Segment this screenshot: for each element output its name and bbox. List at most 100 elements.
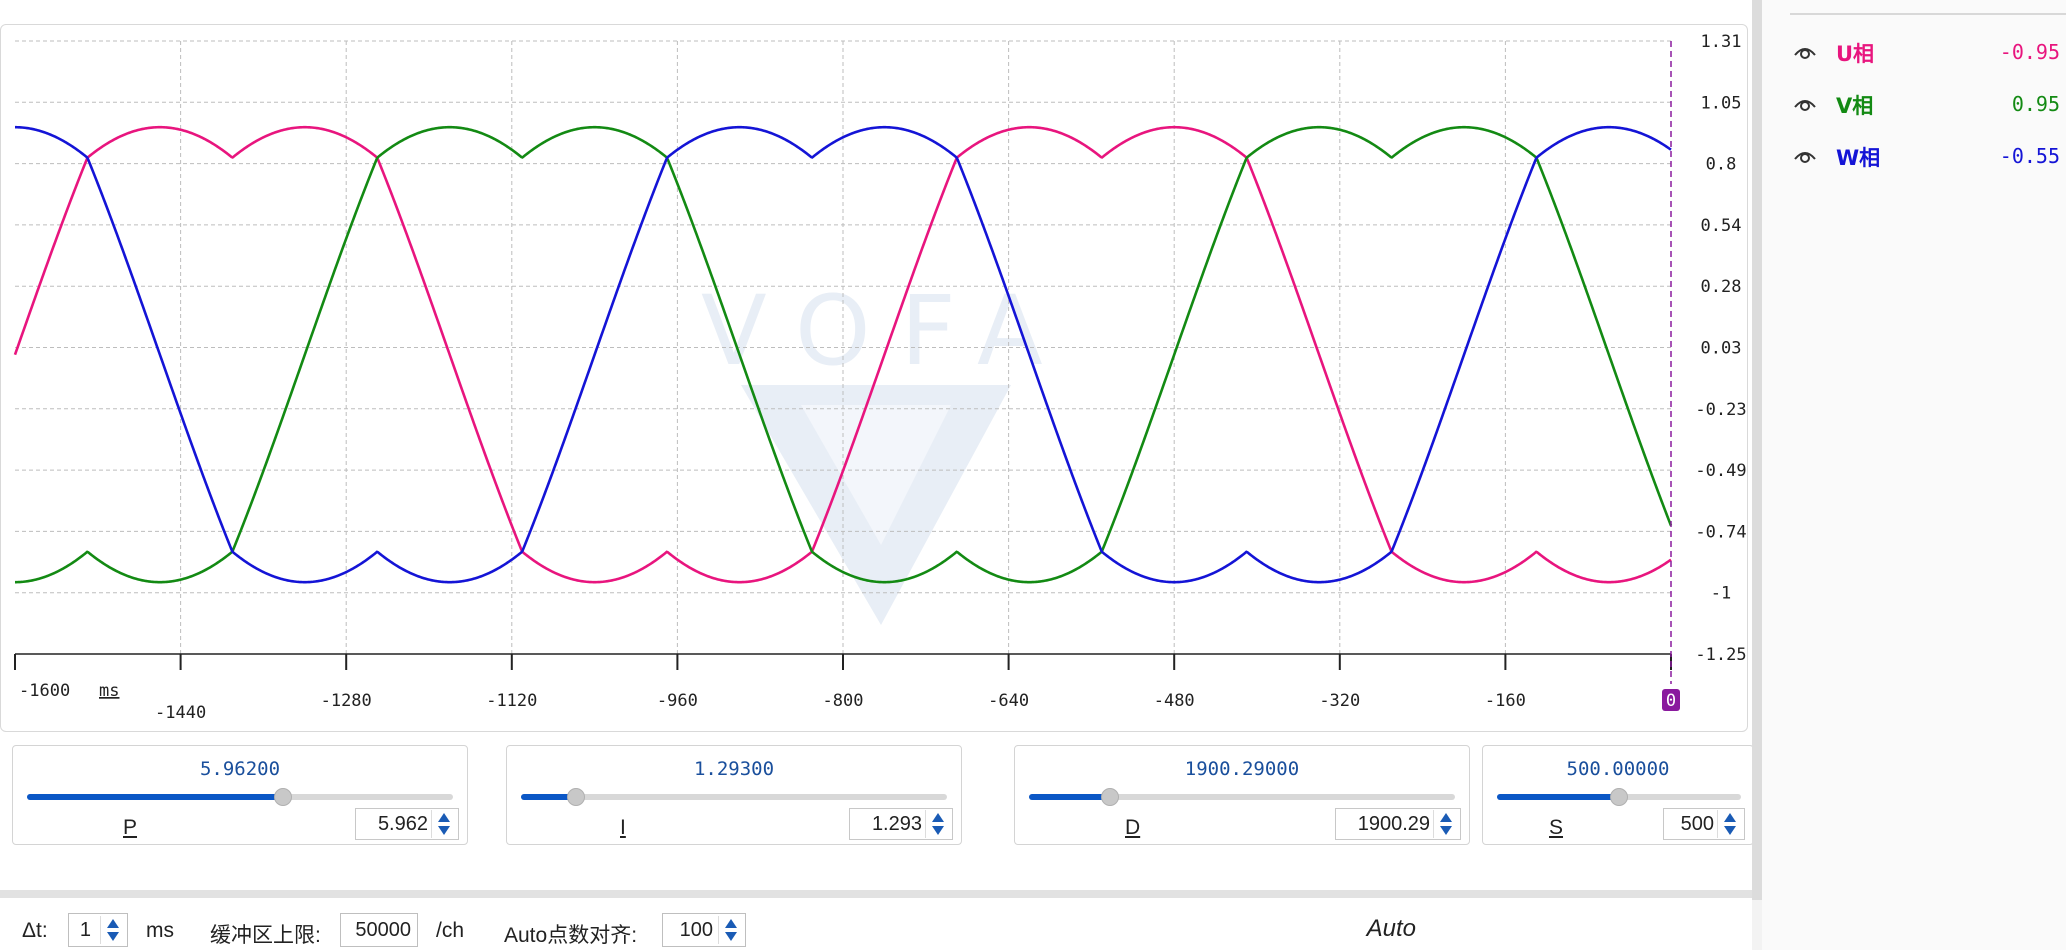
- legend-value: -0.95: [1999, 40, 2060, 64]
- y-tick-label: -1: [1711, 584, 1731, 604]
- buffer-unit: /ch: [436, 919, 465, 942]
- param-card-d: 1900.29000 D 1900.29: [1014, 745, 1470, 845]
- buffer-input[interactable]: 50000: [340, 913, 418, 947]
- buffer-value[interactable]: 50000: [355, 919, 411, 942]
- watermark-logo: [741, 385, 1011, 625]
- slider-fill: [1497, 794, 1619, 800]
- y-tick-label: 0.28: [1701, 277, 1742, 297]
- x-tick-label: -800: [823, 691, 864, 711]
- slider-thumb[interactable]: [1610, 788, 1628, 806]
- y-tick-label: 0.03: [1701, 339, 1742, 359]
- eye-icon[interactable]: [1792, 40, 1818, 64]
- y-tick-label: 0.54: [1701, 216, 1742, 236]
- main-area: VOFA 1.31 1.05 0.8 0.54 0.28 0.03 -0.23 -0.49 -0…: [0, 0, 1754, 950]
- x-tick-label: -1120: [486, 691, 537, 711]
- param-slider[interactable]: [27, 788, 453, 806]
- legend-name: W相: [1836, 146, 1881, 170]
- channel-legend-panel: U相 -0.95 V相 0.95 W相 -0.55: [1762, 0, 2066, 950]
- spinbox-value[interactable]: 500: [1681, 813, 1714, 836]
- dt-value[interactable]: 1: [80, 919, 91, 942]
- param-name: I: [620, 816, 626, 839]
- x-tick-label: -640: [988, 691, 1029, 711]
- param-card-p: 5.96200 P 5.962: [12, 745, 468, 845]
- slider-thumb[interactable]: [273, 788, 292, 806]
- waveform-chart-panel[interactable]: VOFA 1.31 1.05 0.8 0.54 0.28 0.03 -0.23 -0.49 -0…: [0, 24, 1748, 732]
- align-label: Auto点数对齐:: [504, 924, 638, 947]
- x-tick-label: -320: [1319, 691, 1360, 711]
- param-value: 1.29300: [693, 758, 775, 780]
- spinbox-value[interactable]: 5.962: [378, 813, 428, 836]
- spin-up-icon[interactable]: [725, 919, 737, 928]
- spin-arrows[interactable]: [718, 916, 743, 944]
- spin-down-icon[interactable]: [932, 826, 944, 835]
- spin-arrows[interactable]: [431, 810, 456, 838]
- param-name: P: [123, 816, 138, 839]
- spinbox-value[interactable]: 1900.29: [1358, 813, 1430, 836]
- dt-spinbox[interactable]: 1: [68, 913, 128, 947]
- spin-down-icon[interactable]: [438, 826, 450, 835]
- x-tick-label: -1600: [19, 681, 70, 701]
- spinbox-value[interactable]: 1.293: [872, 813, 922, 836]
- spin-up-icon[interactable]: [932, 813, 944, 822]
- spin-arrows[interactable]: [1433, 810, 1458, 838]
- param-name: S: [1549, 816, 1564, 839]
- dt-unit: ms: [146, 919, 174, 942]
- y-tick-label: -0.74: [1695, 522, 1746, 542]
- spin-down-icon[interactable]: [107, 932, 119, 941]
- auto-button[interactable]: Auto: [1367, 915, 1416, 943]
- param-value: 500.00000: [1566, 758, 1670, 780]
- waveform-chart[interactable]: 1.31 1.05 0.8 0.54 0.28 0.03 -0.23 -0.49 -0.74 -1…: [1, 25, 1747, 731]
- slider-thumb[interactable]: [567, 788, 586, 806]
- spin-down-icon[interactable]: [725, 932, 737, 941]
- param-spinbox[interactable]: 500: [1663, 808, 1745, 840]
- legend-row-u[interactable]: U相 -0.95: [1792, 36, 2062, 70]
- slider-thumb[interactable]: [1100, 788, 1119, 806]
- spin-down-icon[interactable]: [1724, 826, 1736, 835]
- param-spinbox[interactable]: 5.962: [355, 808, 459, 840]
- legend-value: -0.55: [1999, 144, 2060, 168]
- param-value: 5.96200: [199, 758, 281, 780]
- legend-name: U相: [1836, 42, 1875, 66]
- slider-fill: [27, 794, 283, 800]
- align-spinbox[interactable]: 100: [662, 913, 746, 947]
- param-slider[interactable]: [1029, 788, 1455, 806]
- x-tick-label: -1280: [321, 691, 372, 711]
- y-tick-label: 1.31: [1701, 32, 1742, 52]
- vertical-scrollbar[interactable]: [1752, 0, 1762, 900]
- spin-arrows[interactable]: [925, 810, 950, 838]
- y-tick-label: -0.49: [1695, 461, 1746, 481]
- legend-row-v[interactable]: V相 0.95: [1792, 88, 2062, 122]
- x-tick-label: -160: [1485, 691, 1526, 711]
- y-tick-label: -1.25: [1695, 645, 1746, 665]
- y-tick-label: 0.8: [1706, 155, 1737, 175]
- legend-row-w[interactable]: W相 -0.55: [1792, 140, 2062, 174]
- dt-label: Δt:: [22, 919, 48, 942]
- legend-name: V相: [1836, 94, 1874, 118]
- x-unit-label: ms: [99, 681, 119, 701]
- param-slider[interactable]: [521, 788, 947, 806]
- param-spinbox[interactable]: 1900.29: [1335, 808, 1461, 840]
- align-value[interactable]: 100: [680, 919, 713, 942]
- param-slider[interactable]: [1497, 788, 1741, 806]
- spin-up-icon[interactable]: [438, 813, 450, 822]
- spin-arrows[interactable]: [100, 916, 125, 944]
- param-card-i: 1.29300 I 1.293: [506, 745, 962, 845]
- buffer-label: 缓冲区上限:: [210, 924, 321, 947]
- eye-icon[interactable]: [1792, 92, 1818, 116]
- param-card-s: 500.00000 S 500: [1482, 745, 1754, 845]
- spin-down-icon[interactable]: [1440, 826, 1452, 835]
- spin-up-icon[interactable]: [1440, 813, 1452, 822]
- slider-fill: [1029, 794, 1110, 800]
- y-tick-label: 1.05: [1701, 93, 1742, 113]
- spin-arrows[interactable]: [1717, 810, 1742, 838]
- y-tick-label: -0.23: [1695, 400, 1746, 420]
- panel-divider[interactable]: [0, 890, 1752, 898]
- spin-up-icon[interactable]: [107, 919, 119, 928]
- x-tick-label: -480: [1154, 691, 1195, 711]
- param-name: D: [1125, 816, 1141, 839]
- eye-icon[interactable]: [1792, 144, 1818, 168]
- param-spinbox[interactable]: 1.293: [849, 808, 953, 840]
- x-tick-label: 0: [1666, 691, 1676, 711]
- panel-separator: [1790, 13, 2066, 15]
- spin-up-icon[interactable]: [1724, 813, 1736, 822]
